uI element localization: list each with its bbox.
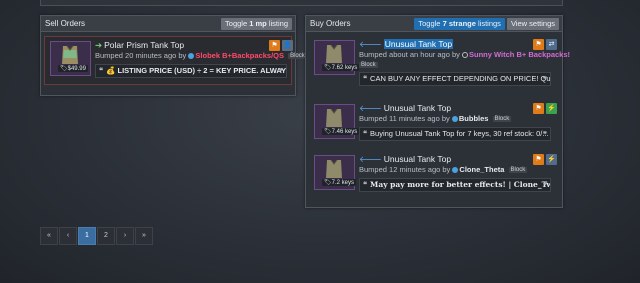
open-quote-icon: ❝ (363, 129, 368, 138)
close-quote-icon: ❞ (542, 130, 547, 139)
buy-listing[interactable]: 🏷7.46 keys 🡐 Unusual Tank Top Bumped 11 m… (309, 100, 559, 147)
sell-orders-header: Sell Orders Toggle 1 mp listing (41, 16, 295, 32)
item-thumbnail[interactable]: 🏷7.62 keys (314, 40, 360, 75)
buy-arrow-icon: 🡐 (359, 103, 382, 113)
price-tag: 🏷7.2 keys (322, 179, 356, 186)
sell-orders-panel: Sell Orders Toggle 1 mp listing 🏷$49.99 … (40, 15, 307, 96)
listing-meta: Bumped 11 minutes ago by Bubbles Block (359, 114, 512, 123)
toggle-mp-listing-button[interactable]: Toggle 1 mp listing (221, 18, 292, 30)
lightning-icon[interactable]: ⚡ (546, 103, 557, 114)
sell-listing[interactable]: 🏷$49.99 ➔ Polar Prism Tank Top Bumped 20 … (44, 36, 307, 85)
block-button[interactable]: Block (288, 53, 307, 59)
buy-arrow-icon: 🡐 (359, 154, 382, 164)
listing-description: ❝ Buying Unusual Tank Top for 7 keys, 30 … (359, 127, 551, 141)
listing-meta: Bumped 20 minutes ago by Slobek B+Backpa… (95, 51, 307, 60)
buy-orders-title: Buy Orders (310, 19, 351, 28)
block-button[interactable]: Block (359, 62, 378, 68)
listing-title: ➔ Polar Prism Tank Top (95, 40, 185, 50)
close-quote-icon: ❞ (542, 181, 547, 190)
tank-top-icon (326, 108, 342, 127)
tag-icon: 🏷 (324, 129, 332, 135)
sell-orders-title: Sell Orders (45, 19, 86, 28)
user-status-icon (462, 52, 469, 58)
listing-title: 🡐 Unusual Tank Top (359, 103, 452, 113)
buy-orders-header: Buy Orders Toggle 7 strange listings Vie… (306, 16, 562, 32)
prev-page-button[interactable]: ‹ (59, 227, 77, 245)
listing-description: ❝ May pay more for better effects! | Clon… (359, 178, 551, 192)
listing-meta: Bumped 12 minutes ago by Clone_Theta Blo… (359, 165, 528, 174)
buy-listing[interactable]: 🏷7.2 keys 🡐 Unusual Tank Top Bumped 12 mi… (309, 151, 559, 198)
item-thumbnail[interactable]: 🏷7.2 keys (314, 155, 356, 190)
flag-icon[interactable]: ⚑ (533, 154, 544, 165)
top-panel-edge (40, 0, 563, 6)
last-page-button[interactable]: » (135, 227, 153, 245)
buy-orders-panel: Buy Orders Toggle 7 strange listings Vie… (305, 15, 570, 208)
sell-arrow-icon: ➔ (95, 40, 103, 50)
toggle-strange-listings-button[interactable]: Toggle 7 strange listings (414, 18, 505, 30)
user-status-icon (452, 167, 459, 173)
page-1-button[interactable]: 1 (78, 227, 96, 245)
tag-icon: 🏷 (324, 180, 332, 186)
lightning-icon[interactable]: ⚡ (546, 154, 557, 165)
block-button[interactable]: Block (492, 116, 512, 122)
buy-arrow-icon: 🡐 (359, 39, 382, 49)
user-status-icon (451, 116, 458, 122)
open-quote-icon: ❝ (363, 180, 368, 189)
view-settings-button[interactable]: View settings (506, 18, 559, 30)
page-2-button[interactable]: 2 (97, 227, 115, 245)
price-tag: 🏷7.62 keys (322, 64, 360, 71)
flag-icon[interactable]: ⚑ (533, 39, 544, 50)
listing-meta: Bumped about an hour ago by Sunny Witch … (359, 50, 571, 59)
flag-icon[interactable]: ⚑ (533, 103, 544, 114)
price-tag: 🏷$49.99 (58, 65, 88, 72)
listing-meta-line2: Block (359, 60, 378, 69)
close-quote-icon: ❞ (278, 67, 283, 76)
tag-icon: 🏷 (60, 66, 68, 72)
next-page-button[interactable]: › (116, 227, 134, 245)
price-tag: 🏷7.46 keys (322, 128, 360, 135)
trade-offer-icon[interactable]: ⇄ (546, 39, 557, 50)
pagination: « ‹ 1 2 › » (40, 227, 154, 245)
user-status-icon (188, 53, 195, 59)
listing-title: 🡐 Unusual Tank Top (359, 154, 452, 164)
item-thumbnail[interactable]: 🏷7.46 keys (314, 104, 360, 139)
user-link[interactable]: Slobek B+Backpacks/QS (195, 51, 284, 60)
money-bag-icon: 💰 (106, 66, 116, 75)
item-thumbnail[interactable]: 🏷$49.99 (50, 41, 91, 76)
tank-top-icon (62, 45, 78, 64)
add-friend-icon[interactable]: 👤 (282, 40, 293, 51)
flag-icon[interactable]: ⚑ (269, 40, 280, 51)
open-quote-icon: ❝ (99, 66, 104, 75)
tank-top-icon (326, 44, 342, 63)
listing-description: ❝ CAN BUY ANY EFFECT DEPENDING ON PRICE! … (359, 72, 551, 86)
first-page-button[interactable]: « (40, 227, 58, 245)
block-button[interactable]: Block (508, 167, 528, 173)
user-link[interactable]: Sunny Witch B+ Backpacks! (469, 50, 570, 59)
open-quote-icon: ❝ (363, 74, 368, 83)
user-link[interactable]: Bubbles (459, 114, 489, 123)
tank-top-icon (326, 159, 342, 178)
listing-description: ❝ 💰 LISTING PRICE (USD) ÷ 2 = KEY PRICE. … (95, 64, 287, 78)
user-link[interactable]: Clone_Theta (459, 165, 504, 174)
tag-icon: 🏷 (324, 65, 332, 71)
buy-listing[interactable]: 🏷7.62 keys 🡐 Unusual Tank Top Bumped abou… (309, 36, 570, 86)
close-quote-icon: ❞ (542, 75, 547, 84)
listing-title: 🡐 Unusual Tank Top (359, 39, 454, 49)
